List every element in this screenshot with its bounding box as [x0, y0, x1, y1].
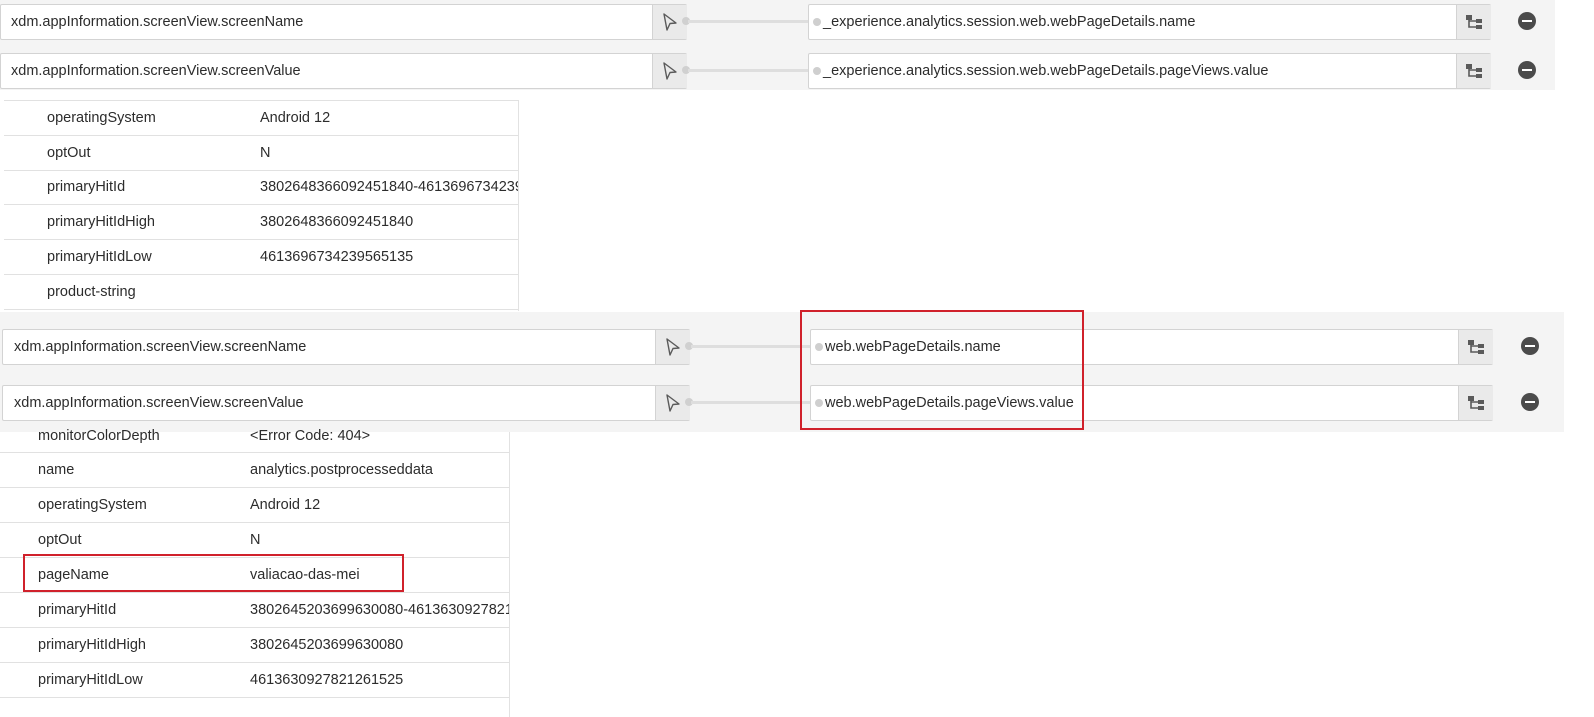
row-value: N: [260, 145, 271, 161]
table-row: monitorColorDepth <Error Code: 404>: [0, 428, 509, 453]
target-fields-highlight-box: [800, 310, 1084, 430]
row-key: optOut: [47, 145, 91, 161]
schema-button[interactable]: [1458, 330, 1493, 364]
table-row: operatingSystem Android 12: [0, 488, 509, 523]
table-row: operatingSystem Android 12: [4, 101, 518, 136]
top-data-table: operatingSystem Android 12 optOut N prim…: [4, 100, 519, 311]
bottom-mapping-band: xdm.appInformation.screenView.screenName…: [0, 312, 1564, 432]
row-key: operatingSystem: [47, 110, 156, 126]
cursor-arrow-icon: [663, 62, 677, 80]
remove-mapping-button[interactable]: [1521, 393, 1539, 411]
source-field-value: xdm.appInformation.screenView.screenValu…: [14, 395, 304, 411]
row-key: product-string: [47, 284, 136, 300]
row-value: 4613696734239565135: [260, 249, 414, 265]
schema-button[interactable]: [1456, 54, 1491, 88]
source-field[interactable]: xdm.appInformation.screenView.screenValu…: [2, 385, 690, 421]
table-row: primaryHitIdHigh 3802648366092451840: [4, 205, 518, 240]
row-key: primaryHitIdHigh: [47, 214, 155, 230]
mapping-connector: [688, 69, 810, 72]
mapping-row: xdm.appInformation.screenView.screenName…: [0, 329, 1564, 365]
target-field[interactable]: _experience.analytics.session.web.webPag…: [808, 4, 1491, 40]
row-value: 3802648366092451840-4613696734239565135: [260, 179, 518, 195]
source-field-value: xdm.appInformation.screenView.screenValu…: [11, 63, 301, 79]
table-row: primaryHitIdHigh 3802645203699630080: [0, 628, 509, 663]
row-key: primaryHitId: [38, 602, 117, 618]
schema-button[interactable]: [1456, 5, 1491, 39]
row-key: primaryHitId: [47, 179, 126, 195]
row-value: 3802645203699630080-4613630927821261525: [250, 602, 509, 618]
schema-tree-icon: [1468, 396, 1484, 410]
table-row: primaryHitIdLow 4613630927821261525: [0, 663, 509, 698]
target-field-value: _experience.analytics.session.web.webPag…: [823, 14, 1196, 30]
row-value: 4613630927821261525: [250, 672, 404, 688]
remove-mapping-button[interactable]: [1518, 12, 1536, 30]
row-key: operatingSystem: [38, 497, 147, 513]
target-field[interactable]: _experience.analytics.session.web.webPag…: [808, 53, 1491, 89]
source-field-value: xdm.appInformation.screenView.screenName: [11, 14, 304, 30]
remove-mapping-button[interactable]: [1518, 61, 1536, 79]
row-key: primaryHitIdLow: [38, 672, 143, 688]
source-field-value: xdm.appInformation.screenView.screenName: [14, 339, 307, 355]
source-field[interactable]: xdm.appInformation.screenView.screenName: [2, 329, 690, 365]
row-value: Android 12: [260, 110, 331, 126]
row-value: Android 12: [250, 497, 321, 513]
cursor-arrow-icon: [666, 338, 680, 356]
mapping-connector: [688, 20, 810, 23]
target-dot: [813, 67, 821, 75]
remove-mapping-button[interactable]: [1521, 337, 1539, 355]
schema-button[interactable]: [1458, 386, 1493, 420]
row-key: name: [38, 462, 75, 478]
schema-tree-icon: [1468, 340, 1484, 354]
table-row: primaryHitIdLow 4613696734239565135: [4, 240, 518, 275]
table-row: optOut N: [4, 136, 518, 171]
source-field[interactable]: xdm.appInformation.screenView.screenName: [0, 4, 687, 40]
table-row: product-string: [4, 275, 518, 310]
row-key: monitorColorDepth: [38, 428, 160, 444]
table-row: primaryHitId 3802648366092451840-4613696…: [4, 171, 518, 205]
table-row: optOut N: [0, 523, 509, 558]
schema-tree-icon: [1466, 64, 1482, 78]
row-value: 3802645203699630080: [250, 637, 404, 653]
mapping-connector: [691, 345, 811, 348]
mapping-row: xdm.appInformation.screenView.screenValu…: [0, 385, 1564, 421]
pagename-highlight-box: [23, 554, 404, 592]
top-mapping-band: xdm.appInformation.screenView.screenName…: [0, 0, 1555, 90]
table-row: name analytics.postprocesseddata: [0, 453, 509, 488]
row-key: primaryHitIdLow: [47, 249, 152, 265]
cursor-arrow-icon: [663, 13, 677, 31]
cursor-arrow-icon: [666, 394, 680, 412]
table-row: primaryHitId 3802645203699630080-4613630…: [0, 593, 509, 628]
target-dot: [813, 18, 821, 26]
mapping-row: xdm.appInformation.screenView.screenValu…: [0, 53, 1555, 89]
row-value: <Error Code: 404>: [250, 428, 371, 444]
source-field[interactable]: xdm.appInformation.screenView.screenValu…: [0, 53, 687, 89]
target-field-value: _experience.analytics.session.web.webPag…: [823, 63, 1269, 79]
mapping-row: xdm.appInformation.screenView.screenName…: [0, 4, 1555, 40]
row-key: primaryHitIdHigh: [38, 637, 146, 653]
mapping-connector: [691, 401, 811, 404]
row-key: optOut: [38, 532, 82, 548]
row-value: N: [250, 532, 261, 548]
row-value: analytics.postprocesseddata: [250, 462, 433, 478]
row-value: 3802648366092451840: [260, 214, 414, 230]
schema-tree-icon: [1466, 15, 1482, 29]
